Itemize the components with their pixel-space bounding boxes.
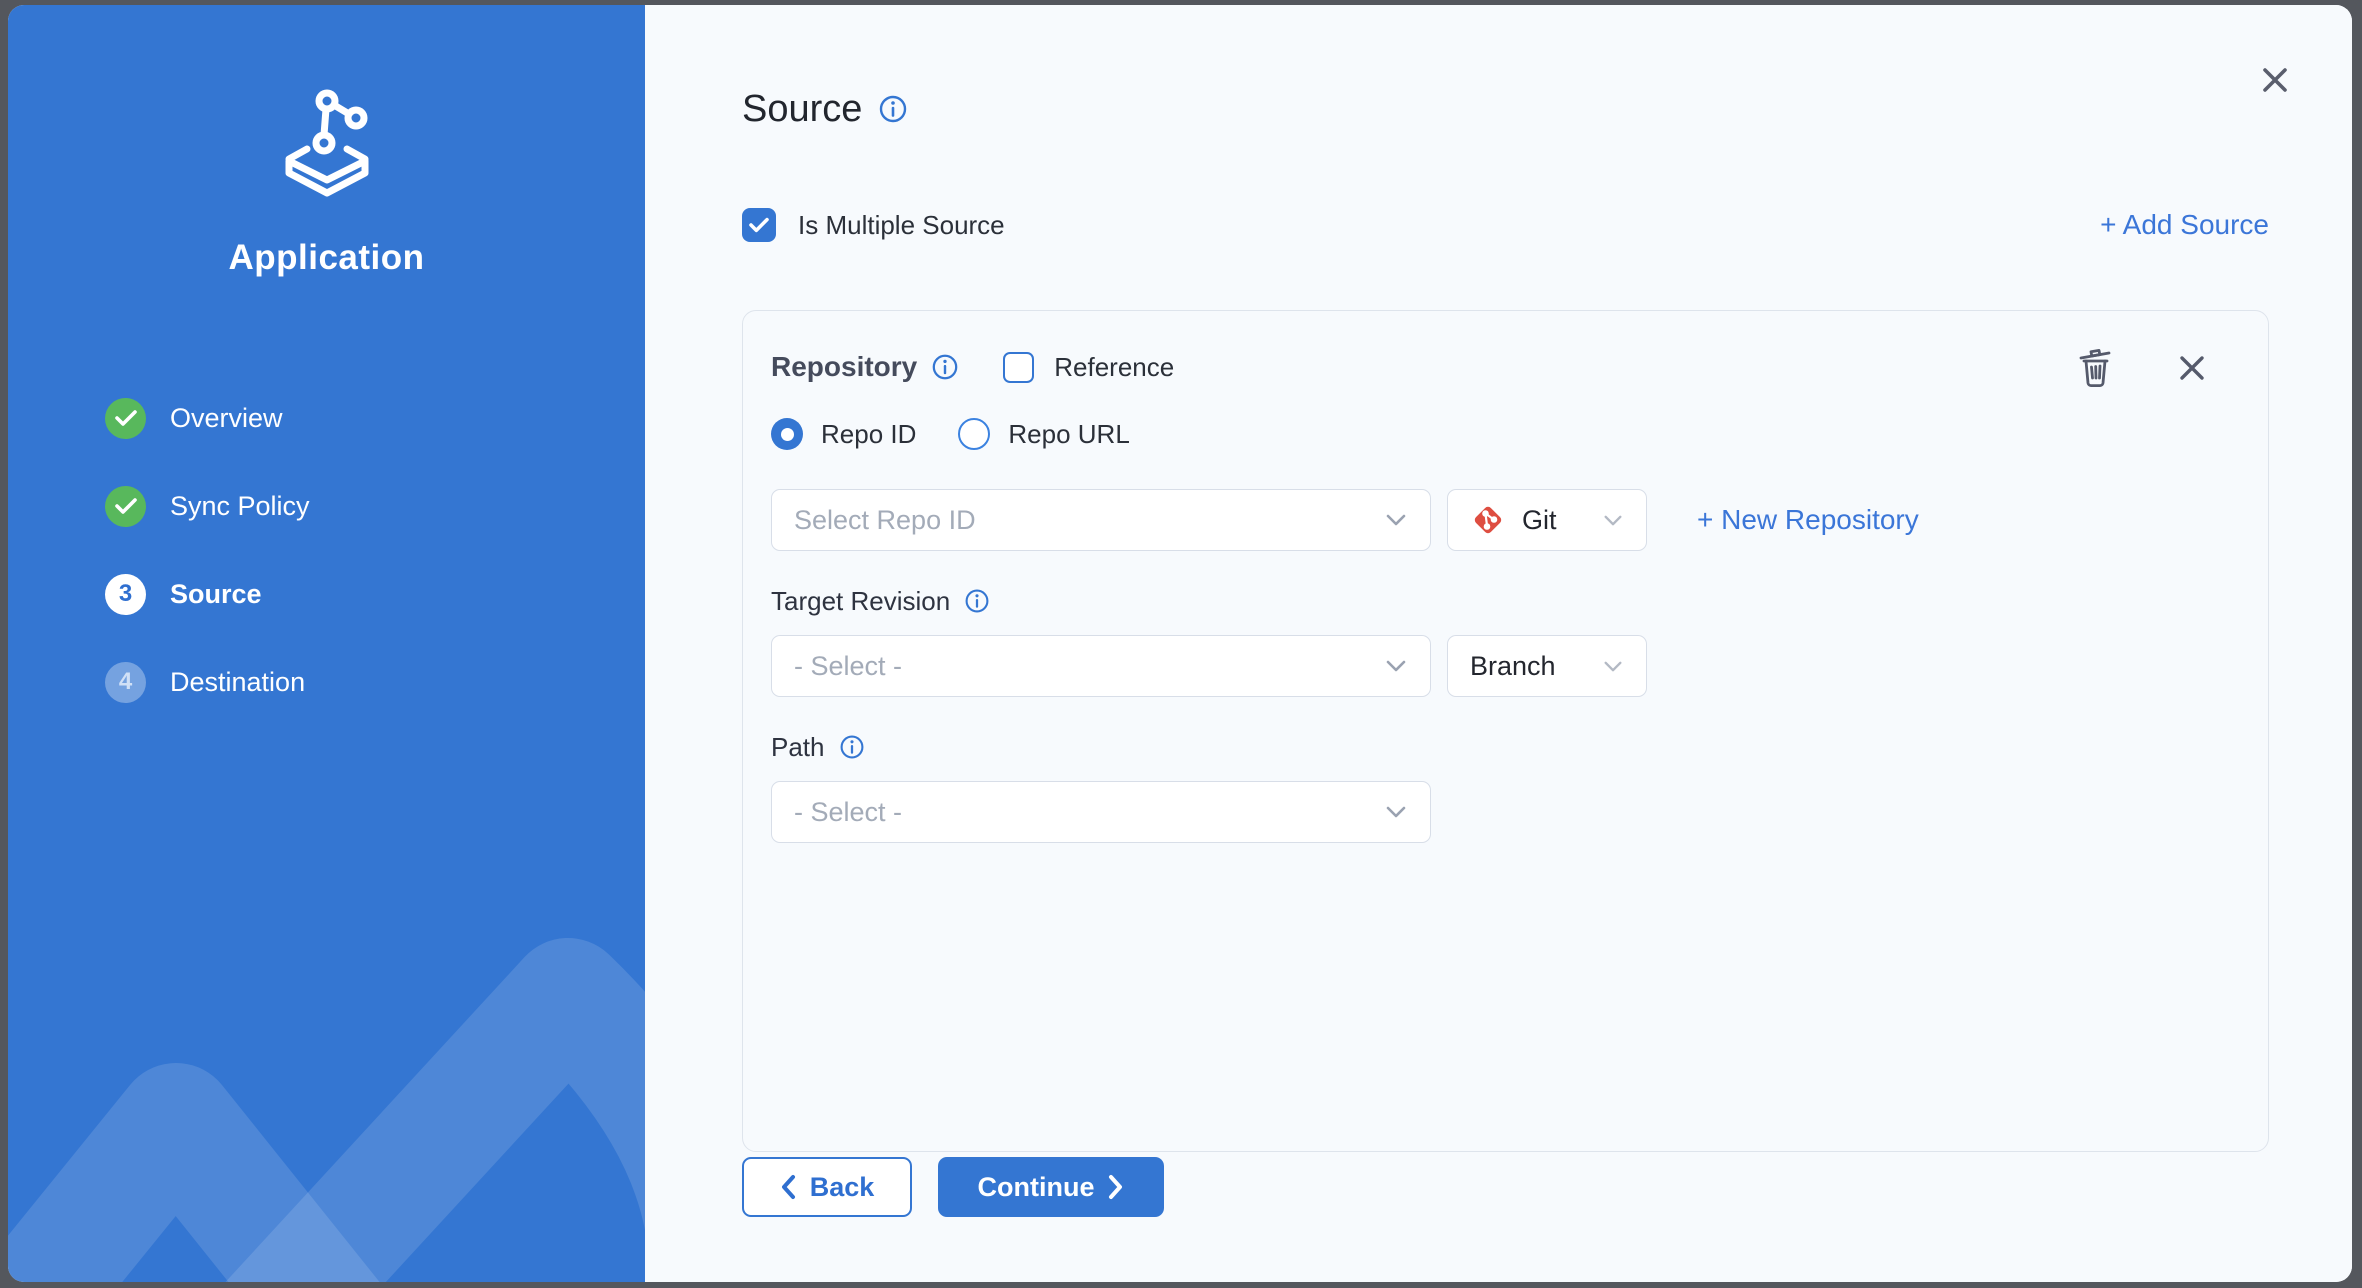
continue-button-label: Continue [978, 1172, 1095, 1203]
radio-dot [781, 428, 794, 441]
card-header: Repository Reference [771, 347, 2228, 387]
add-source-link[interactable]: + Add Source [2100, 209, 2269, 241]
step-number-badge: 4 [105, 662, 146, 703]
repo-id-label: Repo ID [821, 419, 916, 450]
remove-source-button[interactable] [2178, 354, 2206, 382]
wizard-sidebar: Application Overview Sync Policy [8, 5, 645, 1282]
application-box-icon [267, 83, 387, 203]
step-source[interactable]: 3 Source [105, 550, 645, 638]
chevron-down-icon [1384, 658, 1408, 674]
is-multiple-source-label: Is Multiple Source [798, 210, 1005, 241]
application-wizard-modal: Application Overview Sync Policy [8, 5, 2352, 1282]
reference-checkbox[interactable] [1003, 352, 1034, 383]
check-icon [115, 497, 137, 515]
back-button-label: Back [810, 1172, 875, 1203]
revision-type-value: Branch [1470, 651, 1556, 682]
title-row: Source [742, 85, 2269, 133]
brand-watermark [8, 802, 645, 1282]
chevron-down-icon [1384, 512, 1408, 528]
step-label: Overview [170, 403, 283, 434]
close-icon [2178, 354, 2206, 382]
step-number-badge: 3 [105, 574, 146, 615]
target-revision-label-row: Target Revision [771, 585, 2228, 617]
page-title: Source [742, 88, 862, 131]
delete-source-button[interactable] [2076, 347, 2116, 389]
step-label: Source [170, 579, 262, 610]
step-done-badge [105, 486, 146, 527]
repo-url-radio[interactable] [958, 418, 990, 450]
target-revision-select[interactable]: - Select - [771, 635, 1431, 697]
path-select[interactable]: - Select - [771, 781, 1431, 843]
chevron-left-icon [780, 1174, 796, 1200]
wizard-footer: Back Continue [742, 1157, 2269, 1217]
back-button[interactable]: Back [742, 1157, 912, 1217]
check-icon [749, 217, 769, 233]
check-icon [115, 409, 137, 427]
repo-type-select[interactable]: Git [1447, 489, 1647, 551]
reference-label: Reference [1054, 352, 1174, 383]
target-revision-placeholder: - Select - [794, 651, 902, 682]
repo-url-label: Repo URL [1008, 419, 1129, 450]
revision-type-select[interactable]: Branch [1447, 635, 1647, 697]
step-label: Destination [170, 667, 305, 698]
info-icon[interactable] [878, 94, 908, 124]
sidebar-header: Application [8, 83, 645, 278]
card-actions [2076, 347, 2206, 389]
chevron-down-icon [1384, 804, 1408, 820]
path-placeholder: - Select - [794, 797, 902, 828]
multiple-source-row: Is Multiple Source + Add Source [742, 205, 2269, 245]
target-revision-row: - Select - Branch [771, 635, 2228, 697]
reference-option: Reference [1003, 352, 1174, 383]
repo-select-row: Select Repo ID [771, 489, 2228, 551]
wizard-steps: Overview Sync Policy 3 Source 4 Destinat… [8, 374, 645, 726]
repo-id-select[interactable]: Select Repo ID [771, 489, 1431, 551]
chevron-down-icon [1602, 659, 1624, 674]
info-icon[interactable] [839, 734, 865, 760]
step-label: Sync Policy [170, 491, 310, 522]
repository-source-card: Repository Reference Repo ID Repo URL [742, 310, 2269, 1152]
new-repository-link[interactable]: + New Repository [1697, 504, 1919, 536]
info-icon[interactable] [964, 588, 990, 614]
repo-id-radio[interactable] [771, 418, 803, 450]
repo-mode-radio-group: Repo ID Repo URL [771, 417, 2228, 451]
chevron-down-icon [1602, 513, 1624, 528]
modal-close-button[interactable] [2258, 63, 2292, 97]
step-sync-policy[interactable]: Sync Policy [105, 462, 645, 550]
info-icon[interactable] [931, 353, 959, 381]
path-label: Path [771, 732, 825, 763]
repo-type-value: Git [1522, 505, 1557, 536]
trash-icon [2076, 347, 2116, 389]
step-done-badge [105, 398, 146, 439]
step-overview[interactable]: Overview [105, 374, 645, 462]
chevron-right-icon [1108, 1174, 1124, 1200]
path-label-row: Path [771, 731, 2228, 763]
source-panel: Source Is Multiple Source + Add Source [645, 5, 2352, 1282]
git-icon [1470, 502, 1506, 538]
repo-id-placeholder: Select Repo ID [794, 505, 976, 536]
close-icon [2260, 65, 2290, 95]
wizard-title: Application [8, 238, 645, 278]
is-multiple-source-checkbox[interactable] [742, 208, 776, 242]
continue-button[interactable]: Continue [938, 1157, 1164, 1217]
step-destination[interactable]: 4 Destination [105, 638, 645, 726]
target-revision-label: Target Revision [771, 586, 950, 617]
repository-label: Repository [771, 351, 917, 383]
path-row: - Select - [771, 781, 2228, 843]
